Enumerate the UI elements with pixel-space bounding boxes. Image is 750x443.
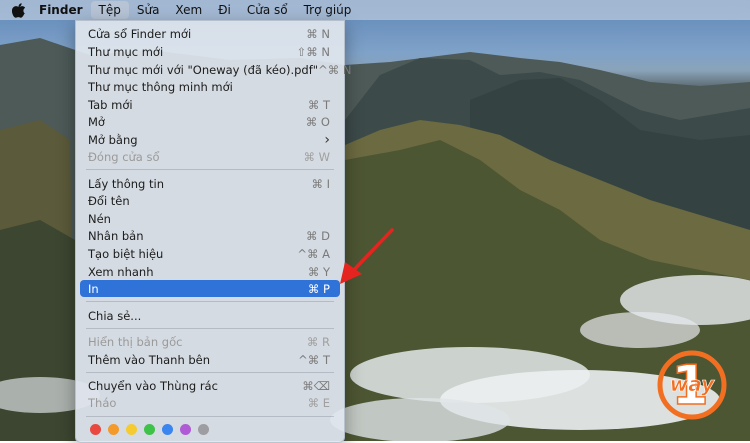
menu-item-open-with[interactable]: Mở bằng › xyxy=(80,131,340,148)
menu-item-share[interactable]: Chia sẻ... xyxy=(80,307,340,324)
menu-item-make-alias[interactable]: Tạo biệt hiệu ^⌘ A xyxy=(80,245,340,262)
menu-item-add-to-sidebar[interactable]: Thêm vào Thanh bên ^⌘ T xyxy=(80,351,340,368)
menu-item-open[interactable]: Mở ⌘ O xyxy=(80,113,340,130)
tag-color-row xyxy=(90,424,209,435)
tag-yellow-dot[interactable] xyxy=(126,424,137,435)
oneway-logo-icon: 1 way xyxy=(657,350,727,420)
tag-purple-dot[interactable] xyxy=(180,424,191,435)
menu-item-new-folder[interactable]: Thư mục mới ⇧⌘ N xyxy=(80,43,340,60)
menu-separator xyxy=(86,328,334,329)
menu-item-rename[interactable]: Đổi tên xyxy=(80,192,340,209)
tag-green-dot[interactable] xyxy=(144,424,155,435)
menubar-window[interactable]: Cửa sổ xyxy=(239,0,296,20)
menu-item-close-window: Đóng cửa sổ ⌘ W xyxy=(88,149,330,164)
tag-orange-dot[interactable] xyxy=(108,424,119,435)
menu-separator xyxy=(86,301,334,302)
menu-item-new-tab[interactable]: Tab mới ⌘ T xyxy=(80,96,340,113)
tag-gray-dot[interactable] xyxy=(198,424,209,435)
menu-item-show-original: Hiển thị bản gốc ⌘ R xyxy=(88,334,330,349)
menu-item-eject: Tháo ⌘ E xyxy=(88,395,330,410)
menu-separator xyxy=(86,169,334,170)
menubar-edit[interactable]: Sửa xyxy=(129,0,168,20)
menubar-file[interactable]: Tệp xyxy=(90,1,129,19)
menu-item-print[interactable]: In ⌘ P xyxy=(80,280,340,297)
menubar-go[interactable]: Đi xyxy=(210,0,239,20)
menu-item-new-smart-folder[interactable]: Thư mục thông minh mới xyxy=(80,78,340,95)
menubar-help[interactable]: Trợ giúp xyxy=(296,0,360,20)
menu-item-get-info[interactable]: Lấy thông tin ⌘ I xyxy=(80,175,340,192)
menubar-view[interactable]: Xem xyxy=(167,0,210,20)
menubar-finder[interactable]: Finder xyxy=(31,0,91,20)
svg-text:way: way xyxy=(670,372,715,396)
chevron-right-icon: › xyxy=(324,131,330,148)
menu-item-new-folder-with-selection[interactable]: Thư mục mới với "Oneway (đã kéo).pdf" ^⌘ … xyxy=(80,61,351,78)
menu-item-new-finder-window[interactable]: Cửa sổ Finder mới ⌘ N xyxy=(80,25,340,42)
menu-separator xyxy=(86,416,334,417)
apple-logo-icon[interactable] xyxy=(12,2,25,18)
menu-item-compress[interactable]: Nén xyxy=(80,210,340,227)
menu-item-move-to-trash[interactable]: Chuyển vào Thùng rác ⌘⌫ xyxy=(80,377,340,394)
menu-bar: Finder Tệp Sửa Xem Đi Cửa sổ Trợ giúp xyxy=(0,0,750,20)
tag-blue-dot[interactable] xyxy=(162,424,173,435)
menu-item-duplicate[interactable]: Nhân bản ⌘ D xyxy=(80,227,340,244)
file-menu-dropdown: Cửa sổ Finder mới ⌘ N Thư mục mới ⇧⌘ N Thư… xyxy=(75,20,351,443)
menu-separator xyxy=(86,372,334,373)
tag-red-dot[interactable] xyxy=(90,424,101,435)
menu-item-quick-look[interactable]: Xem nhanh ⌘ Y xyxy=(80,263,340,280)
